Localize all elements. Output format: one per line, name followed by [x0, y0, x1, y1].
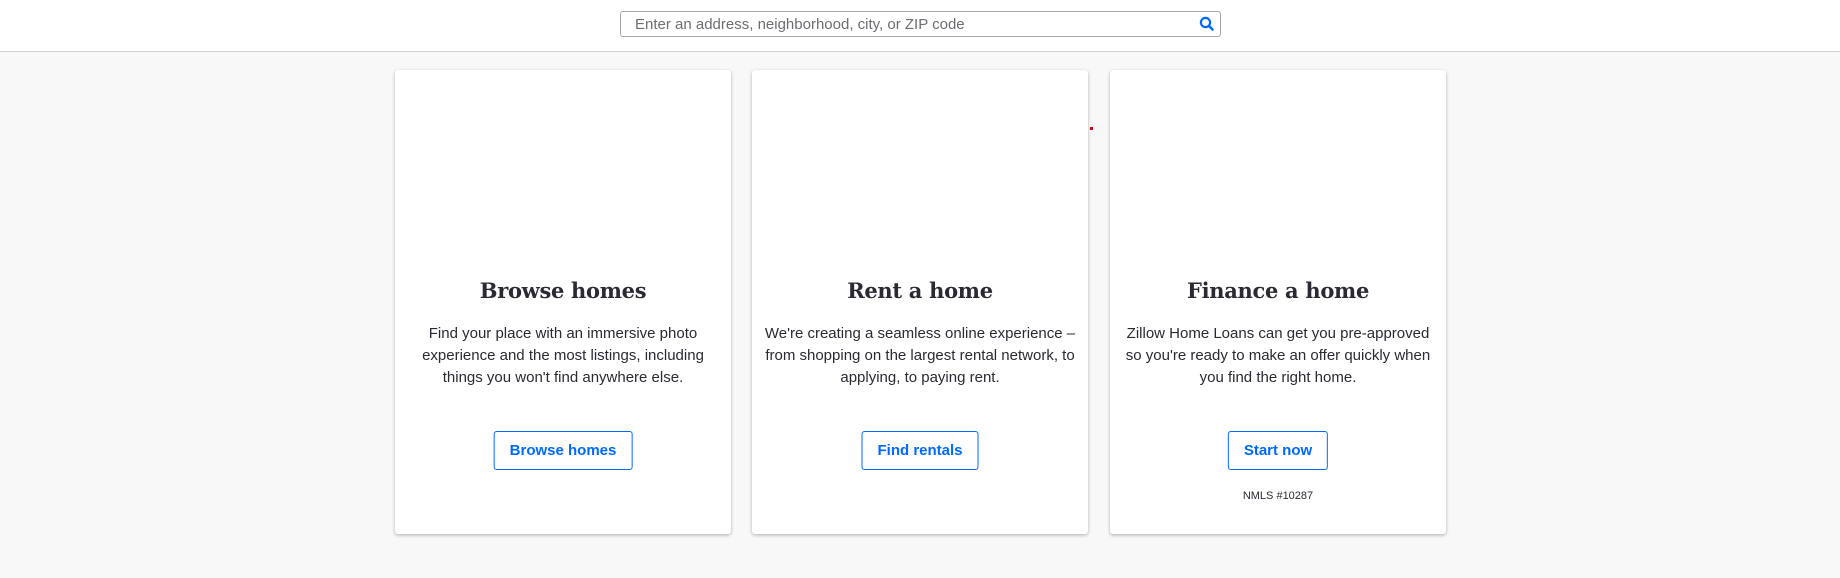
- card-title: Browse homes: [479, 278, 647, 303]
- search-input[interactable]: [621, 12, 1181, 36]
- finance-a-home-card: Finance a home Zillow Home Loans can get…: [1110, 70, 1446, 534]
- red-marker: [1090, 127, 1093, 130]
- top-header: [0, 0, 1840, 52]
- browse-homes-button[interactable]: Browse homes: [493, 431, 633, 470]
- card-description: Zillow Home Loans can get you pre-approv…: [1125, 325, 1431, 386]
- find-rentals-button[interactable]: Find rentals: [861, 431, 979, 470]
- start-now-button[interactable]: Start now: [1227, 431, 1329, 470]
- browse-homes-card: Browse homes Find your place with an imm…: [395, 70, 731, 534]
- nmls-footnote: NMLS #10287: [1242, 490, 1314, 502]
- card-title: Finance a home: [1186, 278, 1370, 303]
- search-bar: [620, 11, 1221, 37]
- card-description: Find your place with an immersive photo …: [422, 325, 704, 386]
- card-description: We're creating a seamless online experie…: [764, 325, 1076, 386]
- card-title: Rent a home: [847, 278, 993, 303]
- rent-a-home-card: Rent a home We're creating a seamless on…: [752, 70, 1088, 534]
- search-icon[interactable]: [1198, 15, 1216, 33]
